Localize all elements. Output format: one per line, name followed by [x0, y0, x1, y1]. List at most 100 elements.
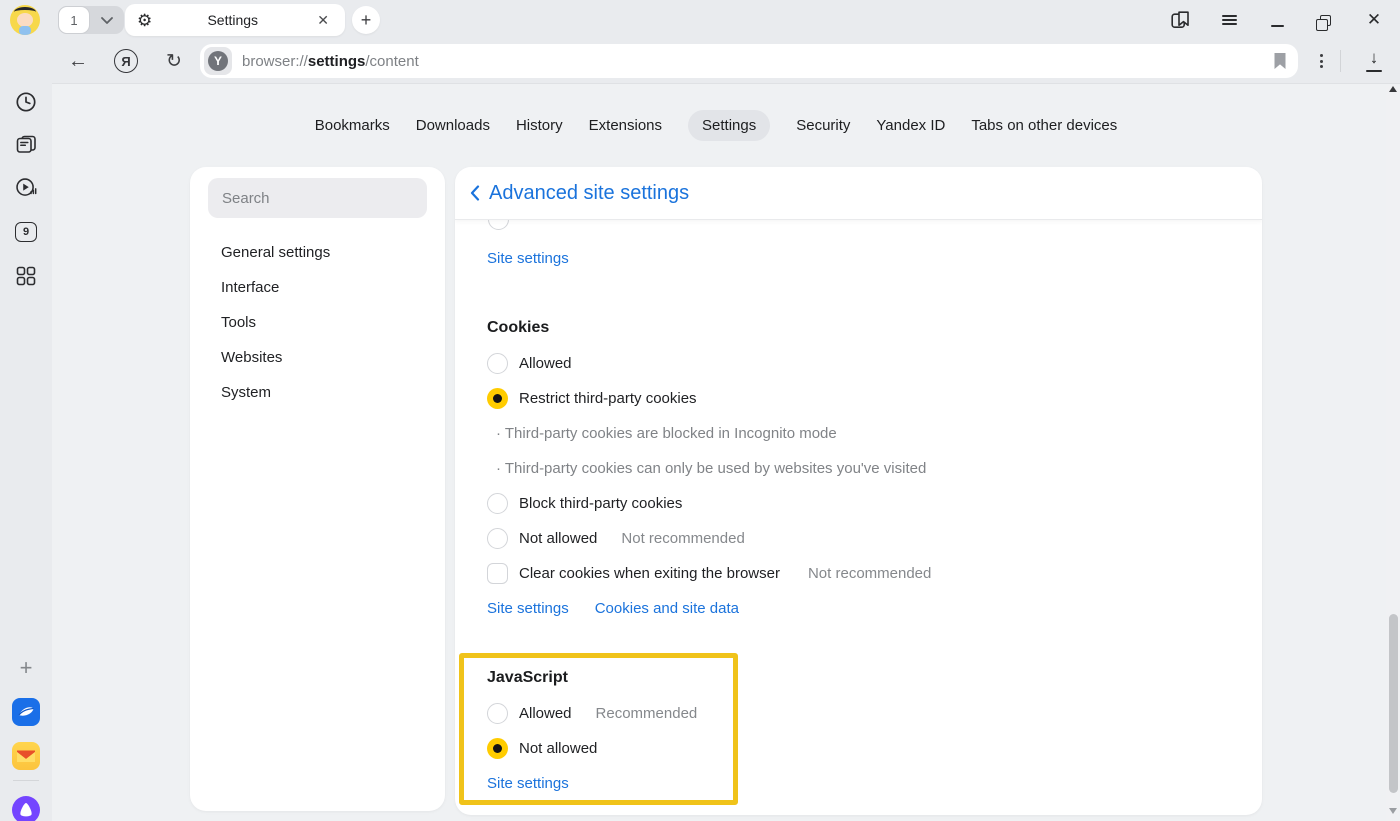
cookies-option-row: Clear cookies when exiting the browser N…	[487, 561, 931, 585]
tab-title: Settings	[152, 12, 313, 28]
panel-header: Advanced site settings	[455, 167, 1262, 219]
radio-cookies-not-allowed[interactable]	[487, 528, 508, 549]
cookies-links-row: Site settings Cookies and site data	[487, 596, 739, 620]
radio-javascript-allowed[interactable]	[487, 703, 508, 724]
advanced-site-settings-panel: Advanced site settings Site settings Coo…	[455, 167, 1262, 815]
radio-javascript-not-allowed[interactable]	[487, 738, 508, 759]
maximize-button[interactable]	[1311, 8, 1339, 32]
not-recommended-badge: Not recommended	[621, 530, 744, 547]
cookies-option-row: Restrict third-party cookies	[487, 386, 697, 410]
url-prefix: browser://	[242, 53, 308, 70]
feed-icon[interactable]	[14, 132, 38, 156]
more-options-icon[interactable]	[1314, 50, 1328, 72]
back-button[interactable]: ←	[64, 48, 92, 74]
sidebar-item-general[interactable]: General settings	[221, 243, 330, 263]
site-settings-link[interactable]: Site settings	[487, 250, 569, 267]
settings-menu-panel: General settings Interface Tools Website…	[190, 167, 445, 811]
cookies-note: · Third-party cookies are blocked in Inc…	[496, 421, 837, 445]
javascript-option-row: Allowed Recommended	[487, 701, 697, 725]
url-host: settings	[308, 53, 366, 70]
bookmark-icon[interactable]	[1272, 52, 1288, 70]
option-label: Allowed	[519, 355, 572, 372]
javascript-option-row: Not allowed	[487, 736, 597, 760]
javascript-links-row: Site settings	[487, 771, 569, 795]
nav-tab-downloads[interactable]: Downloads	[416, 110, 490, 141]
browser-window: 1 ⚙ Settings ✕ + ✕ ← Я ↻ Y browser://set…	[0, 0, 1400, 821]
close-window-button[interactable]: ✕	[1360, 8, 1388, 32]
cookies-section-title: Cookies	[487, 316, 549, 340]
option-label: Block third-party cookies	[519, 495, 682, 512]
protect-shield-icon[interactable]: Y	[204, 47, 232, 75]
apps-grid-icon[interactable]	[14, 264, 38, 288]
tab-box-count: 9	[15, 222, 37, 242]
tab-box-icon[interactable]: 9	[14, 220, 38, 244]
address-bar[interactable]: Y browser://settings/content	[200, 44, 1298, 78]
avatar-art	[19, 26, 31, 35]
page-title[interactable]: Advanced site settings	[489, 182, 689, 205]
sidebar-item-tools[interactable]: Tools	[221, 313, 256, 333]
menu-icon[interactable]	[1215, 8, 1243, 32]
left-rail: 9 + •••	[0, 40, 52, 821]
scroll-up-arrow[interactable]	[1389, 86, 1397, 92]
scroll-down-arrow[interactable]	[1389, 808, 1397, 814]
back-chevron-icon[interactable]	[470, 185, 480, 201]
nav-tab-yandex-id[interactable]: Yandex ID	[876, 110, 945, 141]
url-text: browser://settings/content	[242, 53, 1272, 70]
downloads-icon[interactable]: ↓	[1364, 47, 1384, 73]
scrollbar-thumb[interactable]	[1389, 614, 1398, 793]
yandex-disk-icon[interactable]	[12, 698, 40, 726]
tab-group-control[interactable]: 1	[58, 6, 124, 34]
radio-cookies-allowed[interactable]	[487, 353, 508, 374]
side-panel-icon[interactable]	[1166, 8, 1194, 32]
cookies-option-row: Allowed	[487, 351, 572, 375]
option-label: Not allowed	[519, 740, 597, 757]
nav-tab-settings[interactable]: Settings	[688, 110, 770, 141]
minimize-button[interactable]	[1263, 8, 1291, 32]
tab-close-icon[interactable]: ✕	[313, 10, 333, 31]
alice-assistant-icon[interactable]	[12, 796, 40, 821]
toolbar-divider	[1340, 50, 1341, 72]
nav-tab-extensions[interactable]: Extensions	[589, 110, 662, 141]
site-settings-link[interactable]: Site settings	[487, 600, 569, 617]
media-play-icon[interactable]	[14, 176, 38, 200]
nav-tab-other-devices[interactable]: Tabs on other devices	[971, 110, 1117, 141]
top-site-settings-link-row: Site settings	[487, 246, 569, 270]
option-label: Not allowed	[519, 530, 597, 547]
nav-tab-history[interactable]: History	[516, 110, 563, 141]
sidebar-item-interface[interactable]: Interface	[221, 278, 279, 298]
avatar-art	[17, 13, 33, 27]
add-panel-icon[interactable]: +	[14, 656, 38, 680]
history-clock-icon[interactable]	[14, 90, 38, 114]
tab-counter[interactable]: 1	[58, 6, 90, 34]
javascript-section-title: JavaScript	[487, 666, 568, 690]
profile-avatar[interactable]	[10, 5, 40, 35]
radio-block-third-party[interactable]	[487, 493, 508, 514]
nav-tab-security[interactable]: Security	[796, 110, 850, 141]
url-path: /content	[365, 53, 418, 70]
new-tab-button[interactable]: +	[352, 6, 380, 34]
gear-icon: ⚙	[137, 12, 152, 29]
cookies-option-row: Block third-party cookies	[487, 491, 682, 515]
search-input[interactable]	[208, 178, 427, 218]
cookies-note: · Third-party cookies can only be used b…	[496, 456, 926, 480]
site-settings-link[interactable]: Site settings	[487, 775, 569, 792]
settings-nav-tabs: Bookmarks Downloads History Extensions S…	[52, 108, 1380, 142]
yandex-mail-icon[interactable]	[12, 742, 40, 770]
radio-restrict-third-party[interactable]	[487, 388, 508, 409]
checkbox-clear-cookies-on-exit[interactable]	[487, 563, 508, 584]
recommended-badge: Recommended	[596, 705, 698, 722]
yandex-home-button[interactable]: Я	[114, 49, 138, 73]
nav-tab-bookmarks[interactable]: Bookmarks	[315, 110, 390, 141]
rail-divider	[13, 780, 39, 781]
browser-chrome: 1 ⚙ Settings ✕ + ✕ ← Я ↻ Y browser://set…	[0, 0, 1400, 84]
option-label: Restrict third-party cookies	[519, 390, 697, 407]
sidebar-item-system[interactable]: System	[221, 383, 271, 403]
reload-button[interactable]: ↻	[160, 48, 188, 74]
chevron-down-icon[interactable]	[90, 17, 124, 24]
sidebar-item-websites[interactable]: Websites	[221, 348, 282, 368]
cookies-and-site-data-link[interactable]: Cookies and site data	[595, 600, 739, 617]
not-recommended-badge: Not recommended	[808, 565, 931, 582]
option-label: Allowed	[519, 705, 572, 722]
browser-tab-settings[interactable]: ⚙ Settings ✕	[125, 4, 345, 36]
cookies-option-row: Not allowed Not recommended	[487, 526, 745, 550]
